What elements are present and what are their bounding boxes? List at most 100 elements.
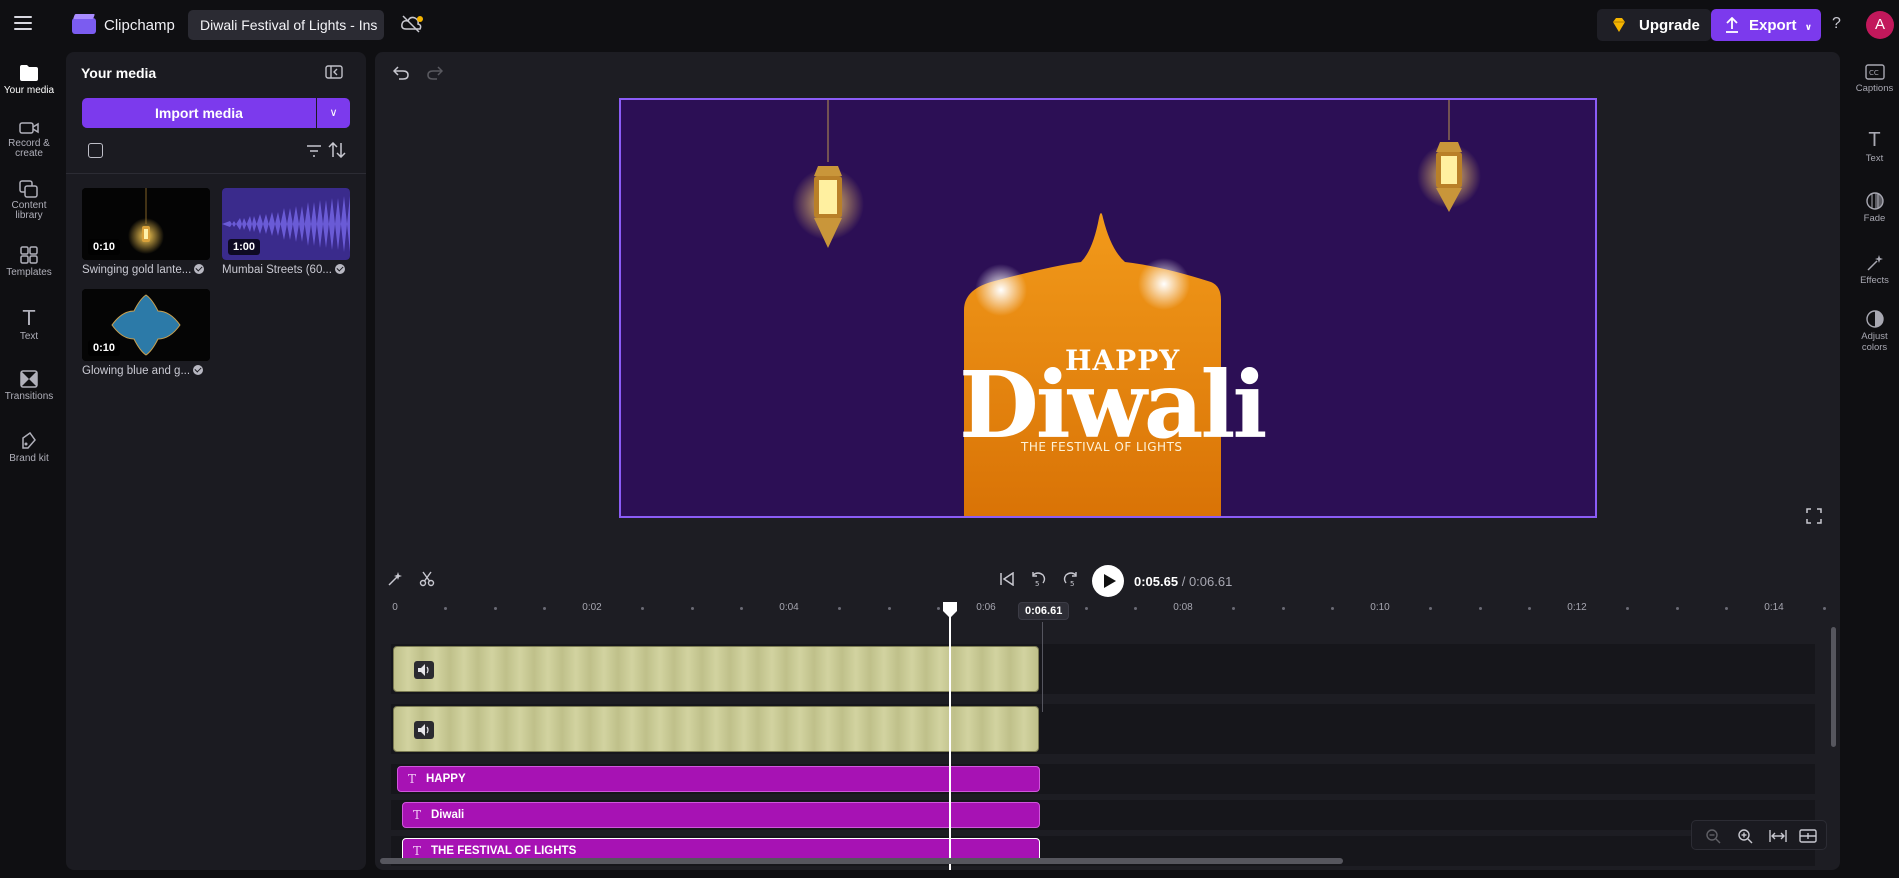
panel-divider [66,173,366,174]
ruler-tick-dot [542,607,546,610]
text-icon: T [1868,129,1881,151]
nav-effects[interactable]: Effects [1850,254,1899,286]
zoom-in-icon[interactable] [1737,828,1753,849]
nav-fade[interactable]: Fade [1850,192,1899,224]
effects-icon [1866,255,1883,271]
nav-captions[interactable]: CC Captions [1850,64,1899,94]
fullscreen-icon[interactable] [1806,508,1822,529]
ruler-tick-label: 0:12 [1567,602,1587,613]
ruler-tick-dot [1823,607,1827,610]
nav-label: Content library [11,200,47,221]
speaker-icon[interactable] [414,721,434,739]
playhead-line[interactable] [949,608,951,870]
project-title-input[interactable]: Diwali Festival of Lights - Ins [188,10,384,40]
menu-icon[interactable] [14,16,32,30]
ruler-tick-label: 0:04 [779,602,799,613]
scissors-icon[interactable] [419,571,435,592]
forward-5s-icon[interactable]: 5 [1063,571,1079,592]
playhead-time-label: 0:06.61 [1018,602,1070,620]
video-preview[interactable]: HAPPY Diwali THE FESTIVAL OF LIGHTS [619,98,1597,518]
text-icon: T [413,844,422,858]
avatar[interactable]: A [1866,11,1894,39]
nav-transitions[interactable]: Transitions [0,370,58,402]
media-item-lantern[interactable]: 0:10 Swinging gold lante... [82,188,210,276]
nav-content-library[interactable]: Content library [0,180,58,221]
brand-kit-icon [22,432,36,449]
media-thumbnail: 0:10 [82,188,210,260]
playhead-handle-icon[interactable] [941,601,959,621]
video-clip-lanterns-2[interactable] [393,706,1039,752]
text-icon: T [408,772,417,786]
ruler-tick-dot [690,607,694,610]
zoom-out-icon[interactable] [1705,828,1721,849]
nav-brand-kit[interactable]: Brand kit [0,432,58,464]
fit-to-width-icon[interactable] [1769,828,1787,849]
export-button[interactable]: Export ∨ [1711,9,1821,41]
nav-templates[interactable]: Templates [0,246,58,278]
media-name: Glowing blue and g... [82,365,210,377]
nav-text-props[interactable]: T Text [1850,130,1899,164]
nav-label: Brand kit [9,453,49,464]
text-clip-label: THE FESTIVAL OF LIGHTS [431,845,577,857]
video-clip-lanterns-1[interactable] [393,646,1039,692]
ruler-tick-dot [1626,607,1630,610]
media-duration: 0:10 [88,239,121,255]
magic-wand-icon[interactable] [387,571,403,592]
nav-your-media[interactable]: Your media [0,58,58,106]
collapse-panel-icon[interactable] [325,65,343,84]
speaker-icon[interactable] [414,661,434,679]
filter-icon[interactable] [306,144,322,162]
captions-icon: CC [1864,64,1885,80]
ruler-tick-dot [641,607,645,610]
upgrade-button[interactable]: Upgrade [1597,9,1711,41]
help-icon[interactable]: ? [1832,15,1841,33]
ruler-tick-dot [1133,607,1137,610]
ruler-tick-dot [1084,607,1088,610]
nav-adjust-colors[interactable]: Adjust colors [1850,310,1899,353]
select-all-checkbox[interactable] [88,143,103,158]
ruler-tick-dot [1330,607,1334,610]
redo-icon[interactable] [427,66,444,85]
timeline-size-icon[interactable] [1799,828,1817,849]
sort-icon[interactable] [328,141,346,163]
text-clip-diwali[interactable]: T Diwali [402,802,1040,828]
media-item-mumbai-streets[interactable]: 1:00 Mumbai Streets (60... [222,188,350,276]
timeline-ruler[interactable]: 0 0:02 0:04 0:06 0:08 0:10 0:12 0:14 [375,600,1840,620]
ruler-tick-label: 0:10 [1370,602,1390,613]
timecode: 0:05.65 / 0:06.61 [1134,574,1232,589]
cloud-sync-icon[interactable] [400,14,424,39]
skip-to-start-icon[interactable] [999,571,1015,591]
media-item-glowing-blue[interactable]: 0:10 Glowing blue and g... [82,289,210,377]
ruler-tick-label: 0:02 [582,602,602,613]
left-nav: Your media Record & create Content library… [0,50,58,878]
clipchamp-logo [72,14,96,34]
import-options-chevron-icon[interactable]: ∨ [317,98,350,128]
media-thumbnail: 0:10 [82,289,210,361]
nav-text[interactable]: T Text [0,308,58,342]
ruler-tick-dot [936,607,940,610]
ruler-tick-label: 0:08 [1173,602,1193,613]
play-button[interactable] [1092,565,1124,597]
nav-label: Effects [1860,275,1889,286]
top-bar: Clipchamp Diwali Festival of Lights - In… [0,0,1899,50]
media-duration: 0:10 [88,340,121,356]
upgrade-label: Upgrade [1639,17,1700,34]
ruler-tick-dot [1724,607,1728,610]
vertical-scrollbar[interactable] [1831,627,1836,747]
timeline-toolbar: 5 5 0:05.65 / 0:06.61 [375,562,1840,597]
undo-icon[interactable] [392,66,409,85]
nav-label: Captions [1855,83,1894,94]
svg-text:5: 5 [1070,580,1074,587]
brand-name: Clipchamp [104,17,175,34]
horizontal-scrollbar[interactable] [380,858,1343,864]
ruler-tick-dot [838,607,842,610]
rewind-5s-icon[interactable]: 5 [1030,571,1046,592]
import-media-button[interactable]: Import media [82,98,316,128]
text-icon: T [22,306,36,330]
export-label: Export [1749,17,1797,34]
text-clip-happy[interactable]: T HAPPY [397,766,1040,792]
transitions-icon [20,370,38,388]
media-panel: Your media Import media ∨ 0:10 Swinging … [66,52,366,870]
nav-record-create[interactable]: Record & create [0,120,58,159]
ruler-tick-dot [1232,607,1236,610]
